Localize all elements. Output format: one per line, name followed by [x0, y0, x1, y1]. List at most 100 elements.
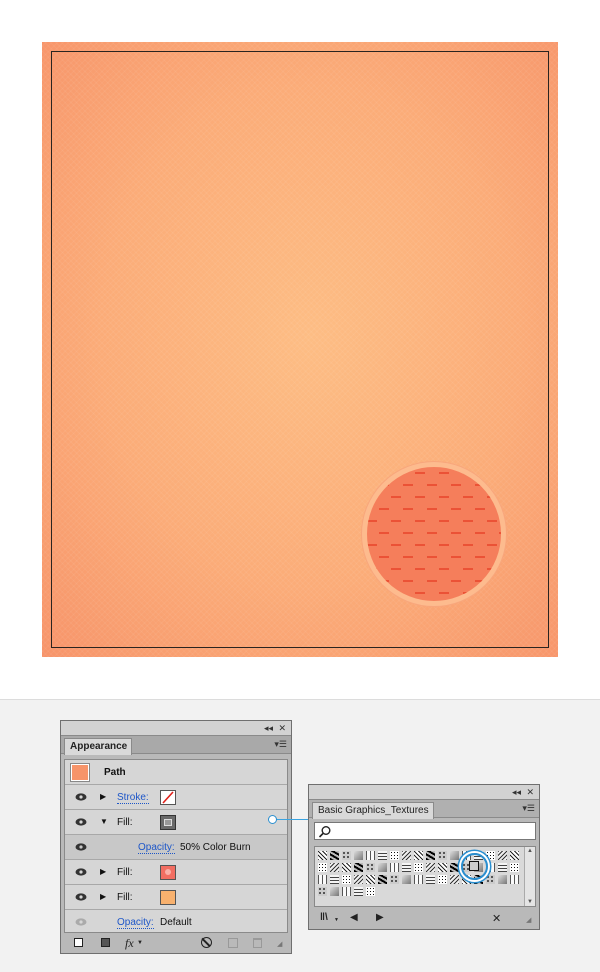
texture-swatch[interactable] — [497, 862, 508, 873]
collapse-icon[interactable]: ◂◂ — [264, 722, 273, 734]
texture-swatch[interactable] — [329, 850, 340, 861]
tab-appearance[interactable]: Appearance — [64, 738, 132, 755]
texture-swatch[interactable] — [509, 850, 520, 861]
texture-swatch[interactable] — [317, 886, 328, 897]
fx-icon[interactable]: fx — [125, 936, 134, 951]
search-field[interactable] — [314, 822, 536, 840]
texture-swatch[interactable] — [401, 850, 412, 861]
texture-swatch[interactable] — [509, 874, 520, 885]
texture-swatch[interactable] — [497, 874, 508, 885]
texture-swatch[interactable] — [449, 862, 460, 873]
texture-swatch[interactable] — [425, 874, 436, 885]
texture-swatch[interactable] — [353, 862, 364, 873]
eye-icon[interactable] — [75, 842, 87, 852]
texture-swatch[interactable] — [377, 862, 388, 873]
fill-swatch-pattern[interactable] — [160, 865, 176, 880]
texture-swatch[interactable] — [341, 886, 352, 897]
fill-row-pattern[interactable]: ▶ Fill: — [65, 860, 287, 885]
resize-grip-icon[interactable]: ◢ — [526, 916, 531, 924]
texture-swatch[interactable] — [317, 862, 328, 873]
expand-arrow-icon[interactable]: ▶ — [100, 892, 106, 901]
texture-swatch[interactable] — [353, 850, 364, 861]
texture-swatch[interactable] — [401, 874, 412, 885]
texture-swatch[interactable] — [317, 874, 328, 885]
texture-swatch[interactable] — [353, 874, 364, 885]
fill-row-orange[interactable]: ▶ Fill: — [65, 885, 287, 910]
new-stroke-icon[interactable] — [74, 938, 83, 947]
eye-icon[interactable] — [75, 792, 87, 802]
fill-opacity-row[interactable]: Opacity: 50% Color Burn — [65, 835, 287, 860]
fx-dropdown-icon[interactable]: ▼ — [137, 940, 143, 946]
expand-arrow-icon[interactable]: ▶ — [100, 867, 106, 876]
object-opacity-row[interactable]: Opacity: Default — [65, 910, 287, 935]
texture-swatch[interactable] — [425, 862, 436, 873]
texture-swatch[interactable] — [329, 862, 340, 873]
close-icon[interactable]: ✕ — [278, 722, 286, 734]
texture-swatch[interactable] — [389, 850, 400, 861]
texture-swatch[interactable] — [317, 850, 328, 861]
library-menu-dropdown-icon[interactable]: ▼ — [334, 917, 339, 923]
texture-swatch[interactable] — [449, 850, 460, 861]
texture-swatch[interactable] — [485, 850, 496, 861]
fill-swatch-orange[interactable] — [160, 890, 176, 905]
swatch-titlebar[interactable]: ◂◂ ✕ — [309, 785, 539, 800]
appearance-titlebar[interactable]: ◂◂ ✕ — [61, 721, 291, 736]
texture-swatch[interactable] — [509, 862, 520, 873]
scroll-down-icon[interactable]: ▼ — [527, 899, 533, 905]
panel-menu-icon[interactable]: ▾☰ — [274, 739, 287, 750]
texture-swatch[interactable] — [437, 862, 448, 873]
stroke-row[interactable]: ▶ Stroke: — [65, 785, 287, 810]
texture-swatch[interactable] — [341, 850, 352, 861]
artboard[interactable] — [42, 42, 558, 657]
collapse-arrow-icon[interactable]: ▼ — [100, 817, 108, 826]
search-input[interactable] — [333, 824, 531, 838]
panel-menu-icon[interactable]: ▾☰ — [522, 803, 535, 814]
texture-swatch[interactable] — [341, 874, 352, 885]
texture-swatch[interactable] — [353, 886, 364, 897]
eye-icon[interactable] — [75, 867, 87, 877]
eye-icon[interactable] — [75, 817, 87, 827]
eye-icon[interactable] — [75, 892, 87, 902]
texture-swatch[interactable] — [497, 850, 508, 861]
texture-swatch[interactable] — [485, 874, 496, 885]
texture-swatch[interactable] — [413, 850, 424, 861]
texture-swatch[interactable] — [413, 862, 424, 873]
selected-swatch-highlight[interactable] — [461, 853, 488, 880]
grid-scrollbar[interactable]: ▲ ▼ — [524, 847, 535, 906]
collapse-icon[interactable]: ◂◂ — [512, 786, 521, 798]
texture-swatch[interactable] — [341, 862, 352, 873]
eye-icon[interactable] — [75, 917, 87, 927]
opacity-label[interactable]: Opacity: — [138, 842, 175, 854]
texture-swatch[interactable] — [329, 874, 340, 885]
texture-swatch[interactable] — [365, 874, 376, 885]
texture-swatch[interactable] — [401, 862, 412, 873]
path-row[interactable]: Path — [65, 760, 287, 785]
texture-swatch[interactable] — [377, 850, 388, 861]
next-library-icon[interactable]: ▶ — [376, 912, 384, 923]
stroke-swatch[interactable] — [160, 790, 176, 805]
texture-swatch[interactable] — [437, 850, 448, 861]
scroll-up-icon[interactable]: ▲ — [527, 848, 533, 854]
new-fill-icon[interactable] — [101, 938, 110, 947]
tab-basic-graphics-textures[interactable]: Basic Graphics_Textures — [312, 802, 434, 819]
texture-swatch[interactable] — [389, 862, 400, 873]
texture-swatch[interactable] — [449, 874, 460, 885]
fill-row-texture[interactable]: ▼ Fill: — [65, 810, 287, 835]
resize-grip-icon[interactable]: ◢ — [277, 940, 282, 948]
texture-swatch[interactable] — [365, 886, 376, 897]
expand-arrow-icon[interactable]: ▶ — [100, 792, 106, 801]
previous-library-icon[interactable]: ◀ — [350, 912, 358, 923]
texture-swatch[interactable] — [413, 874, 424, 885]
library-menu-icon[interactable]: ǁ\ — [320, 912, 328, 923]
texture-swatch[interactable] — [365, 850, 376, 861]
stroke-label[interactable]: Stroke: — [117, 792, 149, 804]
texture-swatch[interactable] — [437, 874, 448, 885]
clear-icon[interactable] — [201, 937, 212, 948]
close-icon[interactable]: ✕ — [526, 786, 534, 798]
texture-swatch[interactable] — [365, 862, 376, 873]
texture-swatch[interactable] — [329, 886, 340, 897]
swatch-tool-icon[interactable]: ✕ — [492, 912, 501, 925]
opacity-label[interactable]: Opacity: — [117, 917, 154, 929]
texture-swatch[interactable] — [377, 874, 388, 885]
texture-swatch[interactable] — [425, 850, 436, 861]
